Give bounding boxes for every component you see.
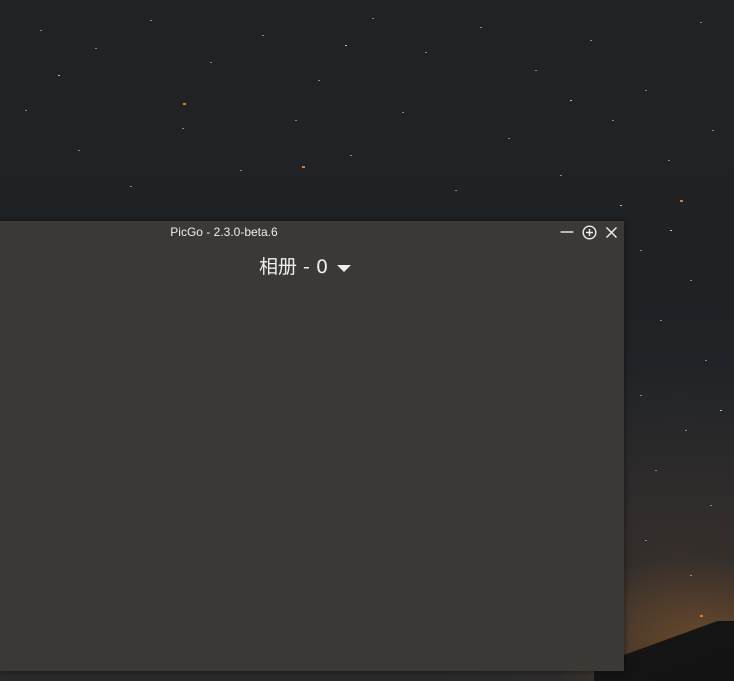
gallery-title: 相册 - 0 [259,255,328,279]
gallery-label: 相册 [258,256,297,278]
pin-button[interactable] [580,223,598,241]
window-title: PicGo - 2.3.0-beta.6 [170,225,278,239]
gallery-count: 0 [315,256,329,278]
window-titlebar[interactable]: PicGo - 2.3.0-beta.6 [0,221,624,243]
picgo-window: PicGo - 2.3.0-beta.6 相册 - 0 [0,221,624,671]
close-icon [605,226,618,239]
caret-down-icon[interactable] [337,264,352,272]
pin-icon [581,224,597,240]
desktop-wallpaper: PicGo - 2.3.0-beta.6 相册 - 0 [0,0,734,681]
minimize-button[interactable] [558,223,576,241]
close-button[interactable] [602,223,620,241]
gallery-dropdown[interactable]: 相册 - 0 [0,255,610,279]
gallery-separator: - [303,256,310,278]
minimize-icon [560,225,574,239]
window-controls [558,223,620,241]
